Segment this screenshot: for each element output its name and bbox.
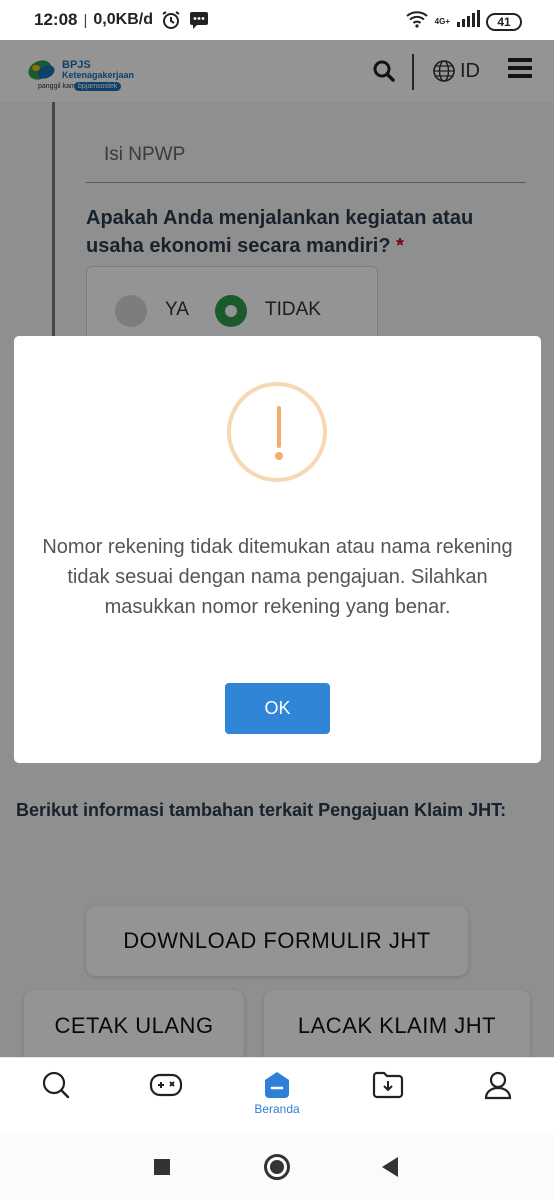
nav-item-beranda[interactable]: Beranda — [247, 1070, 307, 1126]
warning-icon — [227, 382, 327, 482]
bottom-navigation: Beranda — [0, 1057, 554, 1133]
download-folder-icon — [372, 1070, 404, 1105]
message-icon — [189, 11, 209, 29]
system-navigation-bar — [0, 1133, 554, 1200]
nav-item-games[interactable] — [136, 1070, 196, 1126]
status-time: 12:08 — [34, 10, 78, 29]
ok-button[interactable]: OK — [225, 683, 330, 734]
status-separator: | — [83, 11, 88, 29]
home-button-icon[interactable] — [264, 1154, 290, 1180]
nav-item-downloads[interactable] — [358, 1070, 418, 1126]
status-right-group: 4G+ 41 — [405, 10, 522, 33]
status-network-speed: 0,0KB/d — [93, 11, 153, 28]
alarm-icon — [161, 10, 181, 30]
back-icon[interactable] — [382, 1157, 398, 1177]
gamepad-icon — [149, 1070, 183, 1105]
status-bar: 12:08 | 0,0KB/d 4G+ 41 — [0, 0, 554, 40]
profile-icon — [483, 1070, 513, 1105]
nav-item-search[interactable] — [26, 1070, 86, 1126]
alert-dialog: Nomor rekening tidak ditemukan atau nama… — [14, 336, 541, 763]
nav-item-profile[interactable] — [468, 1070, 528, 1126]
alert-message: Nomor rekening tidak ditemukan atau nama… — [42, 536, 513, 618]
wifi-icon — [405, 10, 429, 33]
home-icon — [262, 1070, 292, 1100]
search-icon — [41, 1070, 71, 1105]
nav-label-beranda: Beranda — [254, 1102, 300, 1116]
network-type-label: 4G+ — [434, 16, 450, 26]
recents-icon[interactable] — [154, 1159, 170, 1175]
battery-icon: 41 — [486, 12, 522, 31]
signal-icon — [456, 10, 480, 33]
